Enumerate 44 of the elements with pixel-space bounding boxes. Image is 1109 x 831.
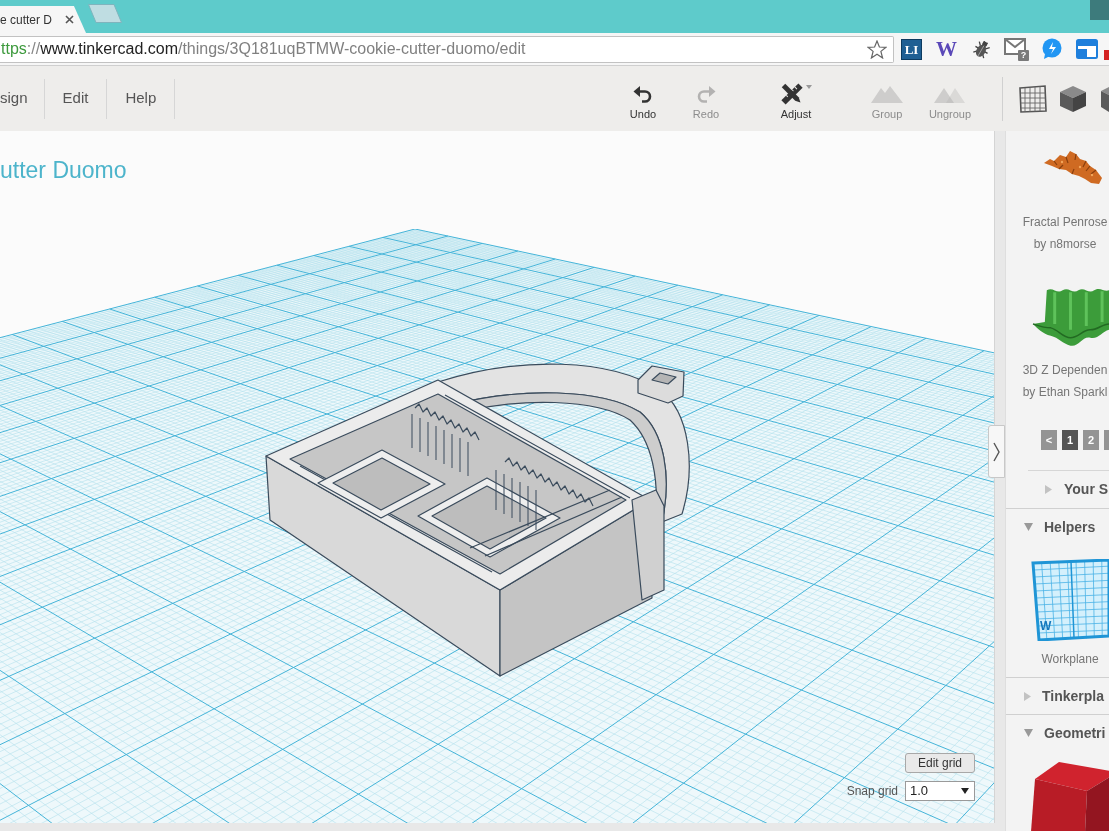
section-header[interactable]: Tinkerpla [1006, 678, 1109, 714]
workplane-thumbnail[interactable]: W [1031, 559, 1109, 641]
redo-icon [696, 85, 716, 103]
edit-grid-button[interactable]: Edit grid [905, 753, 975, 773]
snap-grid-select[interactable]: 1.0 [905, 781, 975, 801]
address-field[interactable]: ttps://www.tinkercad.com/things/3Q181uqBTMW-cookie-cutter-duomo/edit [0, 35, 894, 63]
chat-bubble-icon[interactable] [1040, 38, 1063, 60]
undo-icon [633, 85, 653, 103]
close-icon[interactable] [65, 15, 74, 24]
menu-item[interactable]: Edit [44, 66, 107, 131]
mountains-icon [871, 85, 903, 103]
section-header[interactable]: Geometri [1006, 715, 1109, 751]
panel-toggle-button[interactable] [988, 425, 1005, 478]
workplane-letter: W [1040, 620, 1052, 632]
chevron-right-icon [993, 441, 1000, 462]
caret-icon [806, 85, 812, 89]
adjust-button[interactable]: Adjust [768, 66, 824, 131]
workspace-canvas[interactable]: utter Duomo Edit grid Snap grid 1.0 [0, 131, 995, 823]
model-title: 3D Z Dependen [1022, 363, 1108, 377]
box-shape-thumbnail[interactable] [1029, 759, 1109, 831]
window-icon[interactable] [1075, 39, 1098, 59]
model-title: Fractal Penrose [1022, 215, 1108, 229]
model-author: by Ethan Sparkl [1022, 385, 1108, 399]
undo-button[interactable]: Undo [615, 66, 671, 131]
section-header[interactable]: Your S [1006, 471, 1109, 508]
cube-icon[interactable] [1100, 84, 1109, 113]
browser-tab[interactable]: e cutter D [0, 6, 86, 33]
bug-icon[interactable] [970, 38, 993, 60]
page-button[interactable]: 1 [1062, 430, 1078, 450]
model-author: by n8morse [1033, 237, 1097, 251]
section-header[interactable]: Helpers [1006, 509, 1109, 545]
grid-icon[interactable] [1018, 84, 1048, 113]
shape-label: Workplane [1041, 652, 1099, 666]
menu-item[interactable]: sign [0, 66, 44, 131]
design-title: utter Duomo [0, 157, 127, 183]
menu-item[interactable]: Help [107, 66, 175, 131]
extension-button[interactable]: W [936, 38, 957, 60]
bookmark-star-icon[interactable] [867, 39, 887, 59]
cube-icon[interactable] [1059, 84, 1087, 113]
cookie-cutter-model-drawing[interactable] [265, 363, 690, 677]
caret-icon [961, 788, 969, 794]
question-badge: ? [1018, 50, 1029, 61]
snap-grid-label: Snap grid [846, 783, 898, 800]
extension-button[interactable]: LI [901, 38, 922, 60]
